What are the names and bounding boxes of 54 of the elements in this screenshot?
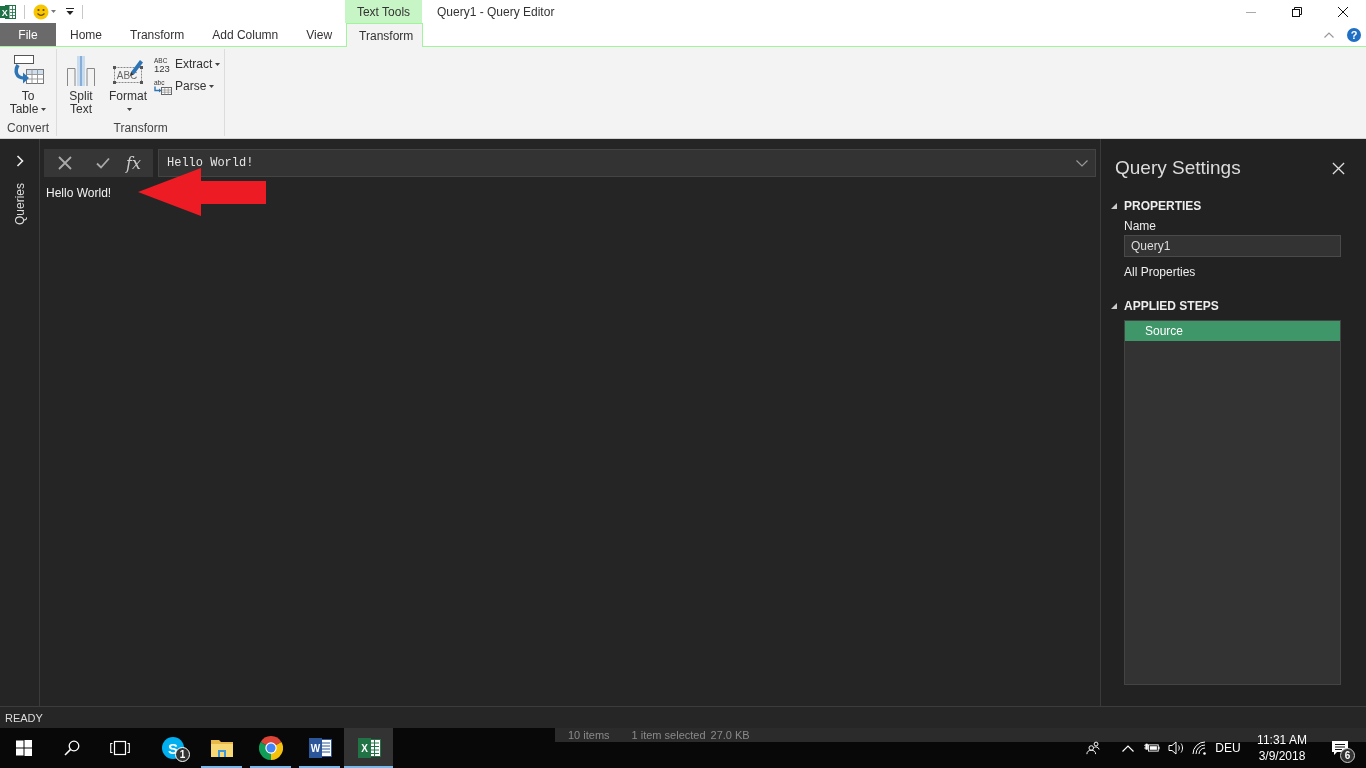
expand-triangle-icon[interactable] [1111,303,1117,309]
notification-count: 6 [1340,748,1355,763]
caret-icon[interactable] [51,10,56,13]
search-icon[interactable] [64,740,80,756]
group-label: Transform [112,120,169,136]
window-title: Query1 - Query Editor [437,3,555,21]
status-text: READY [5,711,43,724]
pane-title: Query Settings [1115,157,1241,179]
name-field[interactable]: Query1 [1124,235,1341,257]
taskbar-button[interactable]: X [344,728,393,768]
input-language[interactable]: DEU [1215,741,1241,755]
round-logo-icon [258,736,283,760]
preview-value: Hello World! [45,186,112,200]
date-time-clock[interactable]: 11:31 AM 3/9/2018 [1257,732,1307,764]
all-properties-link[interactable]: All Properties [1124,265,1196,279]
task-view-icon[interactable] [110,740,130,756]
contextual-tab-header: Text Tools [345,0,422,23]
speaker-icon[interactable] [1168,741,1184,755]
battery-icon[interactable] [1144,741,1160,755]
restore-icon[interactable] [1292,6,1302,17]
customize-menu-icon[interactable] [66,8,74,15]
chevron-right-icon[interactable] [15,155,24,167]
selection-info: 1 item selected [631,729,706,741]
expand-triangle-icon[interactable] [1111,203,1117,209]
selection-size: 27.0 KB [710,729,750,741]
section-heading: PROPERTIES [1124,199,1202,213]
file-tab[interactable]: File [0,23,56,46]
close-icon[interactable] [1338,6,1348,17]
people-icon[interactable] [1085,741,1101,755]
ribbon-tab[interactable]: Home [56,23,116,46]
cancel-icon[interactable] [58,156,72,170]
ribbon-tab[interactable]: Add Column [198,23,293,46]
check-icon[interactable] [96,156,110,170]
insert-function-button[interactable]: fx [126,153,141,173]
ribbon-button[interactable]: Split Text [59,53,103,117]
help-icon[interactable]: ? [1347,27,1361,42]
table-convert-icon [12,55,44,87]
smiley-icon[interactable] [33,3,49,20]
step-item[interactable]: Source [1125,321,1340,341]
taskbar-button[interactable]: W [295,728,344,768]
item-count: 10 items [568,729,610,741]
chevron-down-icon[interactable] [1076,159,1088,167]
section-heading: APPLIED STEPS [1124,299,1219,313]
group-label: Convert [6,120,50,136]
ribbon-tab[interactable]: Transform [116,23,199,46]
ribbon-button[interactable]: To Table [2,53,54,117]
queries-pane-label[interactable]: Queries [12,183,27,226]
split-columns-icon [65,55,97,87]
ribbon-tab[interactable]: Transform [346,23,424,47]
formula-field[interactable]: Hello World! [158,149,1096,177]
windows-icon[interactable] [16,740,32,756]
wifi-icon[interactable] [1192,741,1208,755]
ribbon-tab[interactable]: View [292,23,347,46]
field-label: Name [1124,219,1156,233]
